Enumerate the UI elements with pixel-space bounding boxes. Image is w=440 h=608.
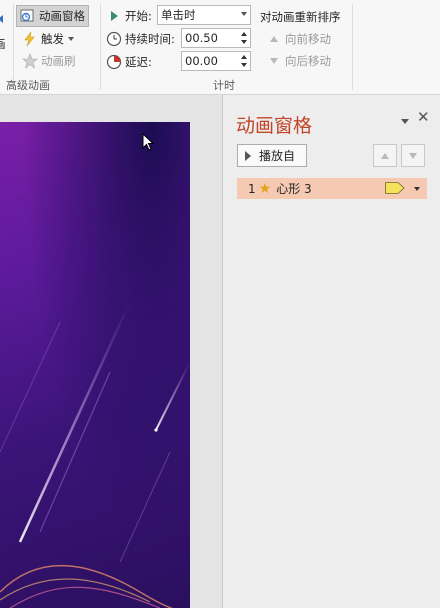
duration-label: 持续时间: — [125, 32, 175, 46]
animation-pane-label: 动画窗格 — [39, 9, 85, 23]
animation-number: 1 — [248, 181, 256, 196]
chevron-left-icon — [0, 15, 3, 23]
close-icon: ✕ — [417, 108, 430, 126]
ribbon-left-cut-label: 画 — [0, 34, 6, 54]
animation-pane: 动画窗格 ✕ 播放自 1 ★ 心形 3 — [223, 95, 440, 608]
play-from-button[interactable]: 播放自 — [237, 144, 307, 167]
move-later-button[interactable]: 向后移动 — [266, 51, 331, 71]
animation-pane-button[interactable]: 动画窗格 — [16, 5, 89, 27]
spin-up-icon[interactable] — [241, 55, 247, 59]
lightning-icon — [22, 31, 38, 47]
arrow-down-icon — [409, 152, 417, 159]
move-earlier-label: 向前移动 — [285, 32, 331, 46]
slide-background-image[interactable] — [0, 122, 190, 608]
trigger-button[interactable]: 触发 — [22, 29, 74, 49]
clock-icon — [106, 31, 122, 47]
slide-canvas — [0, 95, 222, 608]
move-later-label: 向后移动 — [285, 54, 331, 68]
start-value: 单击时 — [161, 8, 196, 22]
spin-down-icon[interactable] — [241, 40, 247, 44]
group-separator — [100, 4, 101, 90]
chevron-down-icon — [401, 119, 409, 124]
chevron-down-icon — [241, 12, 247, 16]
start-select[interactable]: 单击时 — [157, 5, 251, 25]
chevron-down-icon[interactable] — [414, 187, 420, 191]
arrow-up-icon — [381, 152, 389, 159]
start-label: 开始: — [125, 9, 152, 23]
delay-value: 00.00 — [185, 54, 218, 68]
play-icon — [245, 150, 251, 161]
play-triangle-icon — [106, 8, 122, 24]
group-separator — [352, 4, 353, 90]
group-label-timing: 计时 — [213, 79, 235, 92]
ribbon-left-cut-arrow[interactable] — [0, 9, 3, 29]
move-earlier-button[interactable]: 向前移动 — [266, 29, 331, 49]
animation-target-name: 心形 3 — [276, 182, 312, 196]
timing-bar[interactable] — [385, 182, 405, 194]
play-from-label: 播放自 — [259, 149, 296, 163]
duration-value: 00.50 — [185, 31, 218, 45]
close-pane-button[interactable]: ✕ — [417, 108, 430, 126]
duration-spinner[interactable]: 00.50 — [181, 28, 251, 48]
animation-list-item[interactable]: 1 ★ 心形 3 — [237, 178, 427, 199]
arrow-up-icon — [266, 31, 282, 47]
delay-control: 延迟: — [106, 52, 152, 72]
duration-control: 持续时间: — [106, 29, 175, 49]
start-control: 开始: — [106, 6, 152, 26]
ribbon: 画 动画窗格 触发 动画刷 高级动画 开始: 单击时 持续时间 — [0, 0, 440, 95]
pane-options-button[interactable] — [401, 113, 409, 127]
chevron-down-icon — [68, 37, 74, 41]
group-label-advanced: 高级动画 — [6, 79, 50, 92]
arrow-down-icon — [266, 53, 282, 69]
delay-clock-icon — [106, 54, 122, 70]
painter-star-icon — [22, 53, 38, 69]
mouse-cursor-icon — [142, 132, 155, 154]
spin-up-icon[interactable] — [241, 32, 247, 36]
reorder-title: 对动画重新排序 — [260, 10, 341, 24]
meteor-streaks-graphic — [0, 301, 190, 608]
move-down-button[interactable] — [401, 144, 425, 167]
animation-painter-button[interactable]: 动画刷 — [22, 51, 76, 71]
move-up-button[interactable] — [373, 144, 397, 167]
pane-title: 动画窗格 — [236, 115, 313, 137]
animation-pane-icon — [20, 8, 36, 24]
spin-down-icon[interactable] — [241, 63, 247, 67]
star-effect-icon: ★ — [258, 180, 272, 197]
delay-spinner[interactable]: 00.00 — [181, 51, 251, 71]
animation-painter-label: 动画刷 — [41, 54, 76, 68]
trigger-label: 触发 — [41, 32, 64, 46]
delay-label: 延迟: — [125, 55, 152, 69]
